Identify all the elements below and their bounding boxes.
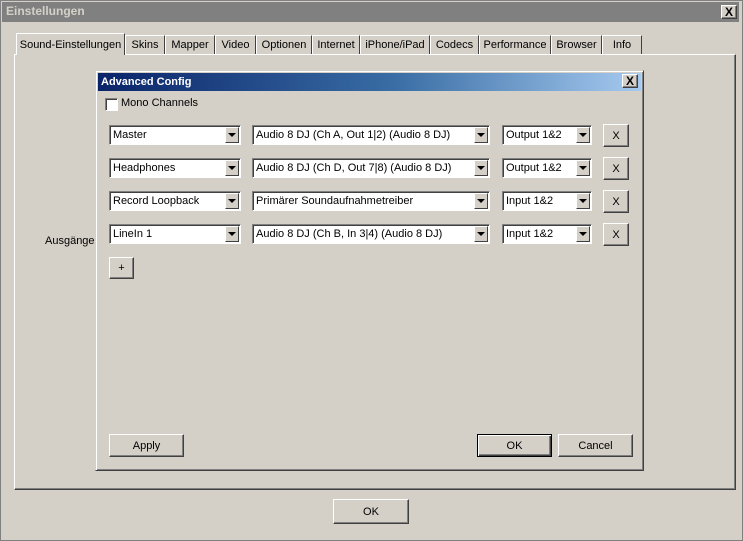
apply-button[interactable]: Apply xyxy=(109,434,184,457)
chevron-down-icon xyxy=(576,127,590,143)
chevron-down-icon xyxy=(225,160,239,176)
output-channels-value: Output 1&2 xyxy=(506,129,562,141)
mono-channels-checkbox[interactable] xyxy=(105,98,118,111)
output-name-value: LineIn 1 xyxy=(113,228,153,240)
tab-mapper[interactable]: Mapper xyxy=(165,35,215,54)
output-device-select[interactable]: Audio 8 DJ (Ch B, In 3|4) (Audio 8 DJ) xyxy=(252,224,490,244)
output-channels-select[interactable]: Input 1&2 xyxy=(502,191,592,211)
chevron-down-icon xyxy=(474,193,488,209)
dialog-ok-button[interactable]: OK xyxy=(477,434,552,457)
main-close-button[interactable]: X xyxy=(721,5,737,19)
output-name-value: Record Loopback xyxy=(113,195,200,207)
tab-iphone-ipad[interactable]: iPhone/iPad xyxy=(360,35,430,54)
chevron-down-icon xyxy=(225,193,239,209)
output-device-value: Audio 8 DJ (Ch A, Out 1|2) (Audio 8 DJ) xyxy=(256,129,451,141)
tab-video[interactable]: Video xyxy=(215,35,256,54)
output-device-select[interactable]: Audio 8 DJ (Ch A, Out 1|2) (Audio 8 DJ) xyxy=(252,125,490,145)
remove-output-button[interactable]: X xyxy=(603,223,629,246)
main-titlebar[interactable] xyxy=(2,2,739,22)
output-name-select[interactable]: Master xyxy=(109,125,241,145)
chevron-down-icon xyxy=(225,127,239,143)
tab-optionen[interactable]: Optionen xyxy=(256,35,312,54)
remove-output-button[interactable]: X xyxy=(603,190,629,213)
output-name-value: Headphones xyxy=(113,162,176,174)
remove-output-button[interactable]: X xyxy=(603,124,629,147)
dialog-title: Advanced Config xyxy=(101,76,192,88)
remove-output-button[interactable]: X xyxy=(603,157,629,180)
chevron-down-icon xyxy=(225,226,239,242)
tab-internet[interactable]: Internet xyxy=(312,35,360,54)
tab-skins[interactable]: Skins xyxy=(125,35,165,54)
add-output-button[interactable]: + xyxy=(109,257,134,279)
output-channels-select[interactable]: Input 1&2 xyxy=(502,224,592,244)
tab-performance[interactable]: Performance xyxy=(479,35,551,54)
tab-info[interactable]: Info xyxy=(602,35,642,54)
tab-codecs[interactable]: Codecs xyxy=(430,35,479,54)
dialog-close-button[interactable]: X xyxy=(622,74,638,88)
output-device-select[interactable]: Primärer Soundaufnahmetreiber xyxy=(252,191,490,211)
output-name-select[interactable]: Headphones xyxy=(109,158,241,178)
output-name-select[interactable]: Record Loopback xyxy=(109,191,241,211)
tab-browser[interactable]: Browser xyxy=(551,35,602,54)
output-device-value: Audio 8 DJ (Ch D, Out 7|8) (Audio 8 DJ) xyxy=(256,162,452,174)
chevron-down-icon xyxy=(474,226,488,242)
output-device-value: Primärer Soundaufnahmetreiber xyxy=(256,195,414,207)
output-device-value: Audio 8 DJ (Ch B, In 3|4) (Audio 8 DJ) xyxy=(256,228,443,240)
output-device-select[interactable]: Audio 8 DJ (Ch D, Out 7|8) (Audio 8 DJ) xyxy=(252,158,490,178)
output-channels-select[interactable]: Output 1&2 xyxy=(502,125,592,145)
chevron-down-icon xyxy=(576,226,590,242)
output-name-value: Master xyxy=(113,129,147,141)
chevron-down-icon xyxy=(474,160,488,176)
output-channels-value: Input 1&2 xyxy=(506,228,554,240)
mono-channels-label: Mono Channels xyxy=(121,97,199,109)
tab-sound-einstellungen[interactable]: Sound-Einstellungen xyxy=(16,33,125,55)
output-channels-value: Output 1&2 xyxy=(506,162,562,174)
outputs-label: Ausgänge xyxy=(45,235,95,247)
output-name-select[interactable]: LineIn 1 xyxy=(109,224,241,244)
output-channels-select[interactable]: Output 1&2 xyxy=(502,158,592,178)
main-window-title: Einstellungen xyxy=(6,4,85,18)
cancel-button[interactable]: Cancel xyxy=(558,434,633,457)
chevron-down-icon xyxy=(576,160,590,176)
chevron-down-icon xyxy=(576,193,590,209)
output-channels-value: Input 1&2 xyxy=(506,195,554,207)
main-ok-button[interactable]: OK xyxy=(333,499,409,524)
chevron-down-icon xyxy=(474,127,488,143)
